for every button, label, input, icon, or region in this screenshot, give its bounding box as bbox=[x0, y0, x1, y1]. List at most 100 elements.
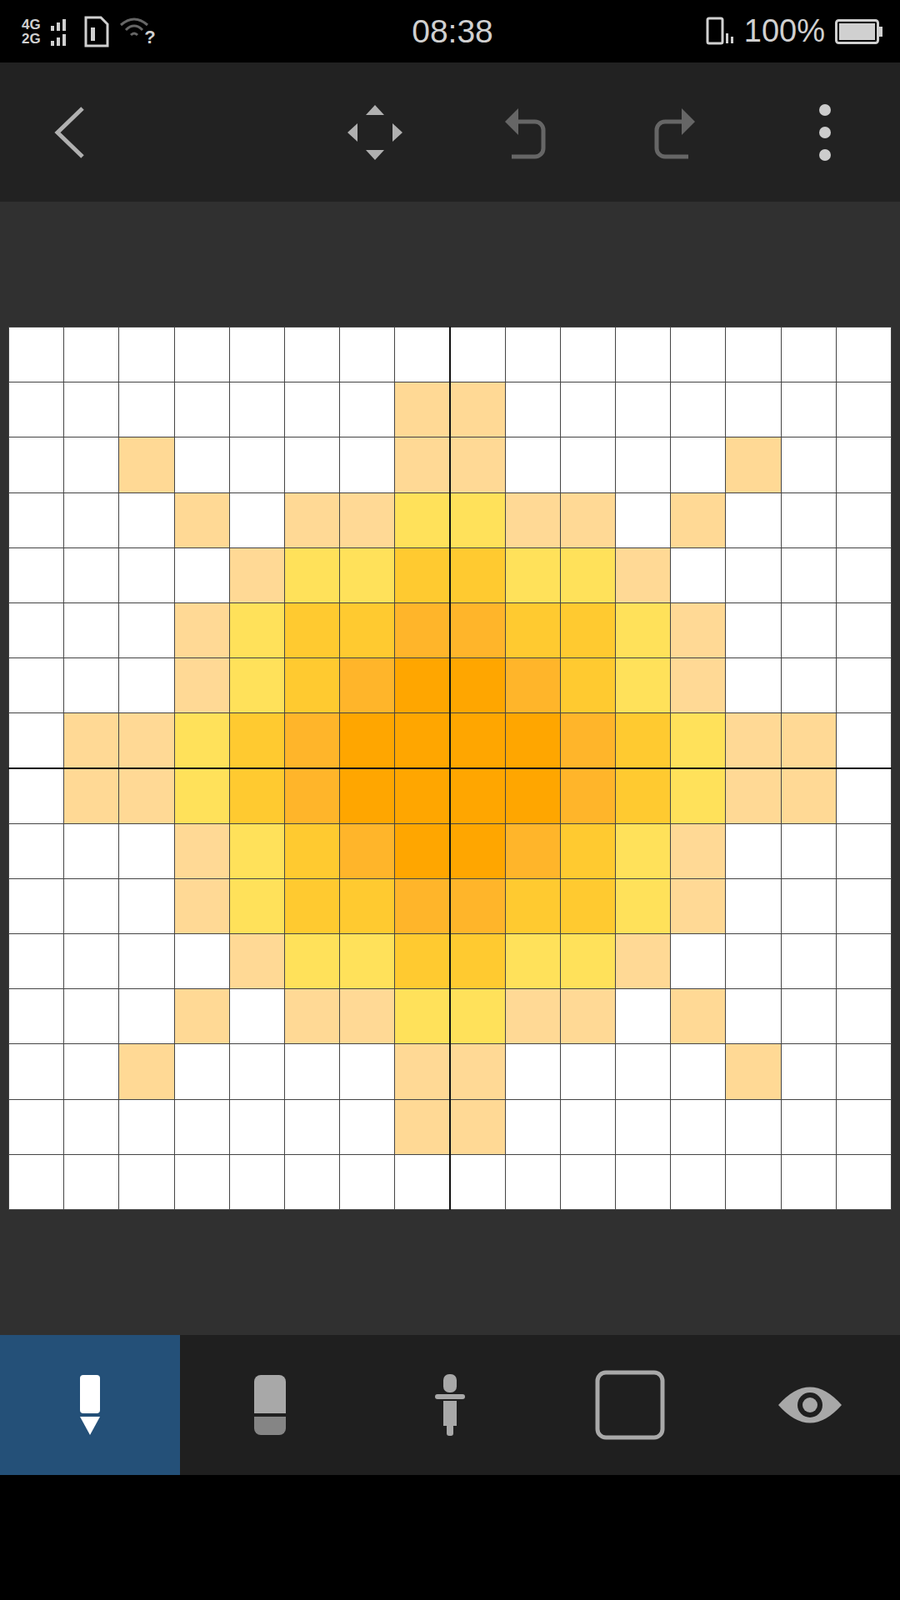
pixel-cell[interactable] bbox=[560, 934, 615, 989]
pixel-cell[interactable] bbox=[781, 603, 836, 658]
pixel-cell[interactable] bbox=[560, 548, 615, 603]
pixel-cell[interactable] bbox=[64, 713, 119, 768]
pixel-cell[interactable] bbox=[64, 824, 119, 879]
pixel-cell[interactable] bbox=[285, 1100, 340, 1155]
pixel-cell[interactable] bbox=[64, 548, 119, 603]
pixel-cell[interactable] bbox=[560, 327, 615, 382]
pixel-cell[interactable] bbox=[450, 658, 505, 713]
pixel-cell[interactable] bbox=[781, 382, 836, 437]
pixel-cell[interactable] bbox=[781, 824, 836, 879]
pixel-cell[interactable] bbox=[560, 824, 615, 879]
pixel-cell[interactable] bbox=[230, 713, 285, 768]
pixel-cell[interactable] bbox=[450, 713, 505, 768]
pixel-cell[interactable] bbox=[119, 989, 174, 1044]
pixel-cell[interactable] bbox=[285, 327, 340, 382]
pixel-cell[interactable] bbox=[505, 989, 560, 1044]
pixel-cell[interactable] bbox=[836, 1044, 891, 1099]
pixel-cell[interactable] bbox=[119, 382, 174, 437]
pixel-cell[interactable] bbox=[670, 658, 725, 713]
pixel-cell[interactable] bbox=[230, 1044, 285, 1099]
pixel-cell[interactable] bbox=[670, 603, 725, 658]
pixel-cell[interactable] bbox=[670, 1155, 725, 1210]
pixel-cell[interactable] bbox=[395, 658, 450, 713]
pixel-cell[interactable] bbox=[64, 934, 119, 989]
pixel-cell[interactable] bbox=[230, 1100, 285, 1155]
pixel-cell[interactable] bbox=[725, 1044, 780, 1099]
pixel-cell[interactable] bbox=[450, 1100, 505, 1155]
pixel-cell[interactable] bbox=[395, 1155, 450, 1210]
pixel-cell[interactable] bbox=[285, 1044, 340, 1099]
pixel-cell[interactable] bbox=[670, 1044, 725, 1099]
pixel-cell[interactable] bbox=[615, 824, 670, 879]
pixel-cell[interactable] bbox=[505, 493, 560, 548]
pixel-cell[interactable] bbox=[781, 989, 836, 1044]
pixel-cell[interactable] bbox=[64, 769, 119, 824]
pixel-cell[interactable] bbox=[725, 437, 780, 492]
pixel-cell[interactable] bbox=[450, 493, 505, 548]
more-button[interactable] bbox=[750, 62, 900, 202]
pixel-cell[interactable] bbox=[505, 713, 560, 768]
pixel-cell[interactable] bbox=[395, 934, 450, 989]
pixel-cell[interactable] bbox=[119, 824, 174, 879]
pixel-cell[interactable] bbox=[670, 769, 725, 824]
pixel-cell[interactable] bbox=[615, 713, 670, 768]
eraser-tool[interactable] bbox=[180, 1335, 360, 1475]
pixel-cell[interactable] bbox=[395, 327, 450, 382]
pixel-cell[interactable] bbox=[615, 603, 670, 658]
pixel-cell[interactable] bbox=[836, 382, 891, 437]
pixel-cell[interactable] bbox=[340, 769, 395, 824]
pixel-cell[interactable] bbox=[285, 769, 340, 824]
pixel-cell[interactable] bbox=[615, 658, 670, 713]
eyedropper-tool[interactable] bbox=[360, 1335, 540, 1475]
pixel-cell[interactable] bbox=[119, 327, 174, 382]
pixel-cell[interactable] bbox=[340, 989, 395, 1044]
pixel-cell[interactable] bbox=[285, 493, 340, 548]
pixel-cell[interactable] bbox=[119, 1044, 174, 1099]
pixel-cell[interactable] bbox=[340, 879, 395, 934]
pixel-cell[interactable] bbox=[340, 437, 395, 492]
pixel-cell[interactable] bbox=[781, 327, 836, 382]
pixel-cell[interactable] bbox=[230, 1155, 285, 1210]
pixel-cell[interactable] bbox=[395, 382, 450, 437]
pixel-cell[interactable] bbox=[505, 437, 560, 492]
pixel-cell[interactable] bbox=[230, 327, 285, 382]
pixel-cell[interactable] bbox=[64, 603, 119, 658]
pixel-cell[interactable] bbox=[450, 327, 505, 382]
pixel-cell[interactable] bbox=[9, 824, 64, 879]
pixel-cell[interactable] bbox=[505, 879, 560, 934]
pixel-cell[interactable] bbox=[9, 769, 64, 824]
pixel-cell[interactable] bbox=[175, 934, 230, 989]
pixel-cell[interactable] bbox=[781, 548, 836, 603]
pixel-cell[interactable] bbox=[725, 989, 780, 1044]
pixel-cell[interactable] bbox=[64, 1100, 119, 1155]
pixel-cell[interactable] bbox=[230, 437, 285, 492]
pixel-cell[interactable] bbox=[836, 769, 891, 824]
pixel-cell[interactable] bbox=[725, 713, 780, 768]
pixel-cell[interactable] bbox=[119, 548, 174, 603]
pixel-cell[interactable] bbox=[670, 934, 725, 989]
pixel-cell[interactable] bbox=[670, 989, 725, 1044]
pixel-cell[interactable] bbox=[560, 382, 615, 437]
pixel-cell[interactable] bbox=[340, 603, 395, 658]
pixel-cell[interactable] bbox=[450, 437, 505, 492]
pixel-cell[interactable] bbox=[64, 1044, 119, 1099]
pixel-cell[interactable] bbox=[175, 493, 230, 548]
pixel-cell[interactable] bbox=[9, 658, 64, 713]
pixel-cell[interactable] bbox=[781, 769, 836, 824]
pixel-cell[interactable] bbox=[119, 658, 174, 713]
pixel-cell[interactable] bbox=[450, 989, 505, 1044]
pixel-cell[interactable] bbox=[230, 548, 285, 603]
pixel-cell[interactable] bbox=[670, 437, 725, 492]
pixel-cell[interactable] bbox=[285, 437, 340, 492]
pixel-cell[interactable] bbox=[175, 382, 230, 437]
pixel-cell[interactable] bbox=[781, 879, 836, 934]
pixel-cell[interactable] bbox=[560, 879, 615, 934]
pixel-cell[interactable] bbox=[670, 1100, 725, 1155]
pixel-cell[interactable] bbox=[119, 713, 174, 768]
pixel-cell[interactable] bbox=[395, 493, 450, 548]
pixel-cell[interactable] bbox=[175, 1044, 230, 1099]
pixel-cell[interactable] bbox=[64, 382, 119, 437]
pixel-cell[interactable] bbox=[230, 769, 285, 824]
pixel-cell[interactable] bbox=[560, 603, 615, 658]
pixel-cell[interactable] bbox=[615, 327, 670, 382]
